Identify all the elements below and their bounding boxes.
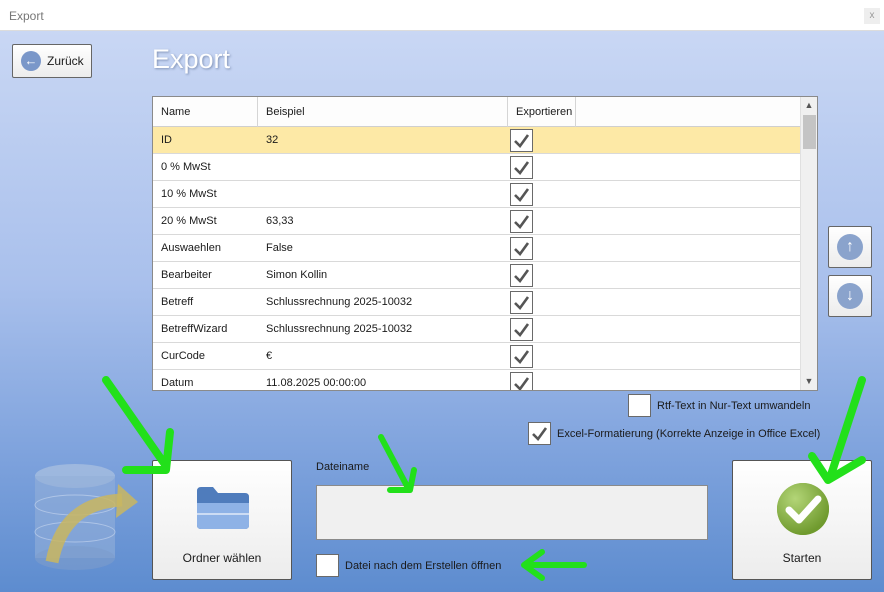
annotation-arrow-icon	[378, 434, 417, 493]
open-after-checkbox[interactable]	[316, 554, 339, 577]
checkmark-icon	[777, 483, 829, 535]
row-name: Auswaehlen	[161, 242, 221, 254]
table-row[interactable]: ID 32	[153, 127, 801, 154]
checkmark-icon	[514, 350, 530, 364]
row-name: ID	[161, 134, 172, 146]
excel-label: Excel-Formatierung (Korrekte Anzeige in …	[557, 427, 821, 440]
export-checkbox[interactable]	[510, 156, 533, 179]
export-checkbox[interactable]	[510, 264, 533, 287]
arrow-down-icon: ↓	[837, 283, 863, 309]
table-row[interactable]: Datum 11.08.2025 00:00:00	[153, 370, 801, 390]
export-checkbox[interactable]	[510, 345, 533, 368]
annotation-arrow-icon	[521, 549, 587, 581]
checkmark-icon	[514, 188, 530, 202]
filename-label: Dateiname	[316, 461, 370, 473]
checkmark-icon	[514, 377, 530, 390]
checkmark-icon	[514, 215, 530, 229]
start-button-label: Starten	[782, 551, 822, 565]
checkmark-icon	[532, 427, 548, 441]
export-checkbox[interactable]	[510, 318, 533, 341]
checkmark-icon	[514, 161, 530, 175]
back-button[interactable]: ← Zurück	[12, 44, 92, 78]
scroll-up-icon[interactable]: ▲	[801, 97, 817, 114]
annotation-arrow-icon	[102, 376, 174, 474]
move-down-button[interactable]: ↓	[828, 275, 872, 317]
close-icon[interactable]: x	[864, 8, 880, 24]
window-title: Export	[9, 9, 44, 23]
excel-checkbox[interactable]	[528, 422, 551, 445]
row-name: 0 % MwSt	[161, 161, 211, 173]
export-checkbox[interactable]	[510, 237, 533, 260]
move-up-button[interactable]: ↑	[828, 226, 872, 268]
row-example: 32	[266, 134, 279, 146]
checkmark-icon	[514, 269, 530, 283]
open-after-option[interactable]: Datei nach dem Erstellen öffnen	[316, 554, 501, 577]
annotation-arrow-icon	[808, 376, 866, 484]
row-name: CurCode	[161, 350, 206, 362]
row-name: 10 % MwSt	[161, 188, 217, 200]
grid-scrollbar[interactable]: ▲ ▼	[800, 97, 817, 390]
open-after-label: Datei nach dem Erstellen öffnen	[345, 559, 502, 572]
checkmark-icon	[514, 134, 530, 148]
table-row[interactable]: Bearbeiter Simon Kollin	[153, 262, 801, 289]
checkmark-icon	[514, 296, 530, 310]
row-example: Schlussrechnung 2025-10032	[266, 323, 413, 335]
table-row[interactable]: Betreff Schlussrechnung 2025-10032	[153, 289, 801, 316]
column-header-export[interactable]: Exportieren	[508, 97, 576, 127]
export-checkbox[interactable]	[510, 183, 533, 206]
row-example	[258, 154, 508, 180]
row-example: €	[266, 350, 273, 362]
choose-folder-button[interactable]: Ordner wählen	[152, 460, 292, 580]
export-checkbox[interactable]	[510, 372, 533, 390]
row-example: 11.08.2025 00:00:00	[266, 377, 367, 389]
choose-folder-label: Ordner wählen	[182, 551, 262, 565]
column-header-example[interactable]: Beispiel	[258, 97, 508, 127]
rtf-checkbox[interactable]	[628, 394, 651, 417]
checkmark-icon	[514, 242, 530, 256]
row-example	[258, 181, 508, 207]
table-row[interactable]: BetreffWizard Schlussrechnung 2025-10032	[153, 316, 801, 343]
title-bar: Export x	[0, 0, 884, 31]
row-name: Bearbeiter	[161, 269, 212, 281]
export-checkbox[interactable]	[510, 291, 533, 314]
export-checkbox[interactable]	[510, 210, 533, 233]
checkmark-icon	[514, 323, 530, 337]
filename-input[interactable]	[316, 485, 708, 540]
row-example: Schlussrechnung 2025-10032	[266, 296, 413, 308]
scroll-thumb[interactable]	[803, 115, 816, 149]
row-example: 63,33	[266, 215, 294, 227]
page-title: Export	[152, 44, 231, 74]
rtf-option[interactable]: Rtf-Text in Nur-Text umwandeln	[628, 394, 810, 417]
table-row[interactable]: CurCode €	[153, 343, 801, 370]
rtf-label: Rtf-Text in Nur-Text umwandeln	[657, 399, 811, 412]
row-name: 20 % MwSt	[161, 215, 217, 227]
export-checkbox[interactable]	[510, 129, 533, 152]
table-row[interactable]: Auswaehlen False	[153, 235, 801, 262]
field-grid[interactable]: Name Beispiel Exportieren ID 32 0 % MwSt 10…	[152, 96, 818, 391]
excel-option[interactable]: Excel-Formatierung (Korrekte Anzeige in …	[528, 422, 820, 445]
row-example: False	[266, 242, 293, 254]
row-example: Simon Kollin	[266, 269, 328, 281]
table-row[interactable]: 20 % MwSt 63,33	[153, 208, 801, 235]
row-name: Betreff	[161, 296, 194, 308]
row-name: BetreffWizard	[161, 323, 228, 335]
grid-header: Name Beispiel Exportieren	[153, 97, 801, 127]
arrow-up-icon: ↑	[837, 234, 863, 260]
arrow-left-icon: ←	[21, 51, 41, 71]
column-header-name[interactable]: Name	[153, 97, 258, 127]
back-button-label: Zurück	[47, 54, 84, 68]
folder-icon	[197, 487, 249, 529]
table-row[interactable]: 0 % MwSt	[153, 154, 801, 181]
table-row[interactable]: 10 % MwSt	[153, 181, 801, 208]
